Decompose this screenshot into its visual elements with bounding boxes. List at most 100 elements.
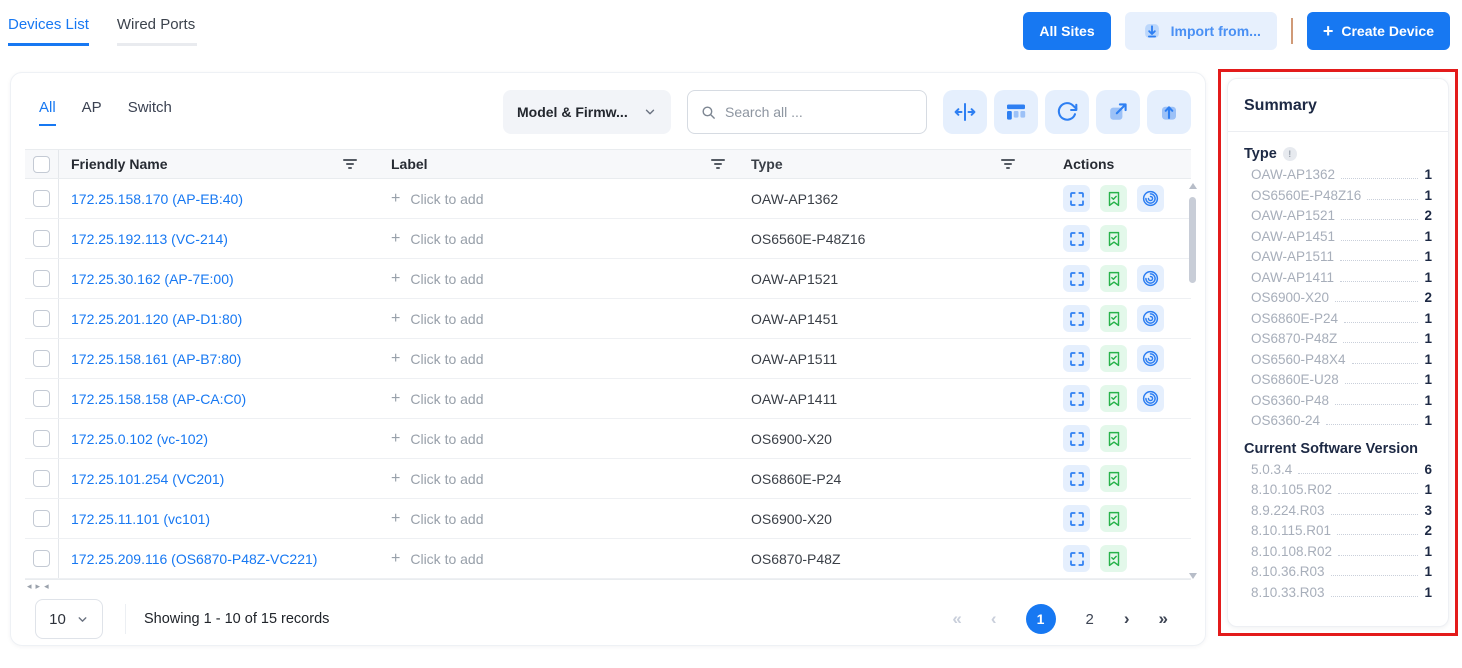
expand-action-button[interactable] xyxy=(1063,505,1090,532)
wireless-swirl-action-button[interactable] xyxy=(1137,185,1164,212)
columns-button[interactable] xyxy=(994,90,1038,134)
device-name-link[interactable]: 172.25.30.162 (AP-7E:00) xyxy=(71,271,234,287)
page-1-button[interactable]: 1 xyxy=(1026,604,1056,634)
scroll-left-arrow[interactable]: ◂ xyxy=(27,581,32,592)
tab-wired-ports[interactable]: Wired Ports xyxy=(117,16,197,46)
top-bar: Devices List Wired Ports All Sites Impor… xyxy=(0,0,1462,62)
label-click-to-add[interactable]: + Click to add xyxy=(391,190,484,208)
refresh-button[interactable] xyxy=(1045,90,1089,134)
select-all-checkbox[interactable] xyxy=(33,156,50,173)
wireless-swirl-action-button[interactable] xyxy=(1137,345,1164,372)
tab-all[interactable]: All xyxy=(39,99,56,126)
device-name-link[interactable]: 172.25.158.161 (AP-B7:80) xyxy=(71,351,241,367)
summary-item: OAW-AP1451 1 xyxy=(1244,229,1432,250)
label-click-to-add[interactable]: + Click to add xyxy=(391,390,484,408)
dotted-leader xyxy=(1331,575,1419,576)
bookmark-check-action-button[interactable] xyxy=(1100,505,1127,532)
expand-action-button[interactable] xyxy=(1063,305,1090,332)
row-checkbox[interactable] xyxy=(33,550,50,567)
bookmark-check-action-button[interactable] xyxy=(1100,385,1127,412)
export-button[interactable] xyxy=(1096,90,1140,134)
label-click-to-add[interactable]: + Click to add xyxy=(391,550,484,568)
scroll-right-arrow[interactable]: ▸ xyxy=(36,581,41,592)
expand-action-button[interactable] xyxy=(1063,345,1090,372)
import-from-button[interactable]: Import from... xyxy=(1125,12,1277,50)
device-type: OAW-AP1362 xyxy=(751,191,838,207)
label-click-to-add[interactable]: + Click to add xyxy=(391,270,484,288)
label-click-to-add[interactable]: + Click to add xyxy=(391,510,484,528)
swirl-icon xyxy=(1141,269,1160,288)
expand-action-button[interactable] xyxy=(1063,545,1090,572)
expand-action-button[interactable] xyxy=(1063,265,1090,292)
expand-action-button[interactable] xyxy=(1063,185,1090,212)
label-click-to-add[interactable]: + Click to add xyxy=(391,230,484,248)
row-checkbox[interactable] xyxy=(33,430,50,447)
label-click-to-add[interactable]: + Click to add xyxy=(391,350,484,368)
row-checkbox[interactable] xyxy=(33,390,50,407)
filter-icon[interactable] xyxy=(1001,159,1015,169)
label-click-to-add[interactable]: + Click to add xyxy=(391,470,484,488)
model-firmware-dropdown[interactable]: Model & Firmw... xyxy=(503,90,671,134)
label-click-to-add[interactable]: + Click to add xyxy=(391,430,484,448)
bookmark-check-action-button[interactable] xyxy=(1100,425,1127,452)
tab-ap[interactable]: AP xyxy=(82,99,102,126)
bookmark-check-action-button[interactable] xyxy=(1100,225,1127,252)
first-page-button[interactable]: « xyxy=(952,609,960,629)
device-name-link[interactable]: 172.25.0.102 (vc-102) xyxy=(71,431,208,447)
device-name-link[interactable]: 172.25.11.101 (vc101) xyxy=(71,511,210,527)
device-name-link[interactable]: 172.25.158.158 (AP-CA:C0) xyxy=(71,391,246,407)
tab-switch[interactable]: Switch xyxy=(128,99,172,126)
row-checkbox[interactable] xyxy=(33,230,50,247)
device-name-link[interactable]: 172.25.101.254 (VC201) xyxy=(71,471,224,487)
scroll-left-arrow[interactable]: ◂ xyxy=(44,581,49,592)
last-page-button[interactable]: » xyxy=(1159,609,1167,629)
wireless-swirl-action-button[interactable] xyxy=(1137,305,1164,332)
fit-width-icon xyxy=(953,100,977,124)
page-size-select[interactable]: 10 xyxy=(35,599,103,639)
tab-devices-list[interactable]: Devices List xyxy=(8,16,89,46)
device-name-link[interactable]: 172.25.201.120 (AP-D1:80) xyxy=(71,311,242,327)
expand-action-button[interactable] xyxy=(1063,385,1090,412)
summary-item: OS6360-P48 1 xyxy=(1244,393,1432,414)
row-checkbox[interactable] xyxy=(33,270,50,287)
bookmark-check-action-button[interactable] xyxy=(1100,545,1127,572)
create-device-button[interactable]: + Create Device xyxy=(1307,12,1450,50)
filter-icon[interactable] xyxy=(343,159,357,169)
bookmark-check-action-button[interactable] xyxy=(1100,345,1127,372)
next-page-button[interactable]: › xyxy=(1124,609,1129,629)
page-2-button[interactable]: 2 xyxy=(1086,611,1094,628)
expand-action-button[interactable] xyxy=(1063,425,1090,452)
expand-action-button[interactable] xyxy=(1063,225,1090,252)
vertical-scrollbar[interactable] xyxy=(1189,183,1197,579)
expand-action-button[interactable] xyxy=(1063,465,1090,492)
scrollbar-thumb[interactable] xyxy=(1189,197,1196,283)
bookmark-check-action-button[interactable] xyxy=(1100,185,1127,212)
summary-item: 8.10.108.R02 1 xyxy=(1244,544,1432,565)
label-click-to-add[interactable]: + Click to add xyxy=(391,310,484,328)
row-checkbox[interactable] xyxy=(33,310,50,327)
summary-section-type-title: Type xyxy=(1244,146,1277,162)
bookmark-check-action-button[interactable] xyxy=(1100,265,1127,292)
row-checkbox[interactable] xyxy=(33,350,50,367)
upload-button[interactable] xyxy=(1147,90,1191,134)
scroll-down-arrow[interactable] xyxy=(1189,573,1197,579)
filter-icon[interactable] xyxy=(711,159,725,169)
device-name-link[interactable]: 172.25.209.116 (OS6870-P48Z-VC221) xyxy=(71,551,317,567)
wireless-swirl-action-button[interactable] xyxy=(1137,265,1164,292)
device-name-link[interactable]: 172.25.192.113 (VC-214) xyxy=(71,231,228,247)
row-checkbox[interactable] xyxy=(33,190,50,207)
previous-page-button[interactable]: ‹ xyxy=(991,609,996,629)
summary-item: 5.0.3.4 6 xyxy=(1244,462,1432,483)
search-input[interactable] xyxy=(725,104,914,120)
all-sites-button[interactable]: All Sites xyxy=(1023,12,1110,50)
device-name-link[interactable]: 172.25.158.170 (AP-EB:40) xyxy=(71,191,243,207)
fit-columns-button[interactable] xyxy=(943,90,987,134)
scroll-up-arrow[interactable] xyxy=(1189,183,1197,189)
row-checkbox[interactable] xyxy=(33,470,50,487)
bookmark-check-action-button[interactable] xyxy=(1100,465,1127,492)
wireless-swirl-action-button[interactable] xyxy=(1137,385,1164,412)
bookmark-check-action-button[interactable] xyxy=(1100,305,1127,332)
info-icon[interactable]: ! xyxy=(1283,147,1297,161)
horizontal-scrollbar[interactable]: ◂ ▸ ◂ xyxy=(25,579,1191,593)
row-checkbox[interactable] xyxy=(33,510,50,527)
